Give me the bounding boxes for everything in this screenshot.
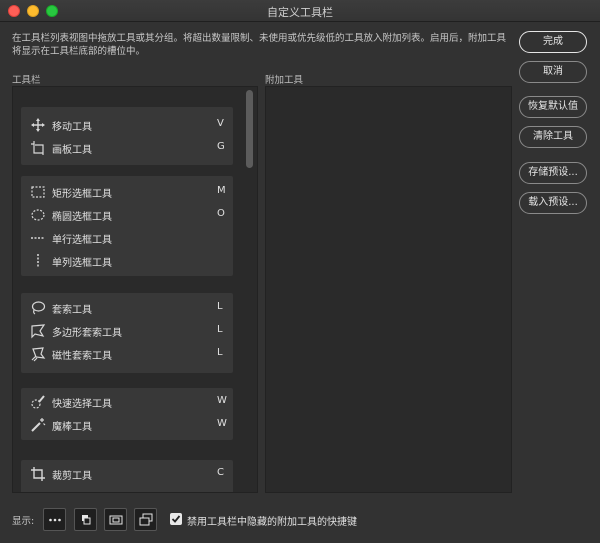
arrange-windows-icon: [139, 513, 153, 526]
checkmark-icon: [171, 515, 181, 523]
disable-shortcuts-checkbox[interactable]: [170, 513, 182, 525]
tool-item-crop[interactable]: 裁剪工具 C: [21, 463, 233, 485]
lasso-icon: [31, 301, 46, 315]
tool-group-quick-select[interactable]: 快速选择工具 W 魔棒工具 W: [21, 388, 233, 440]
tool-name: 磁性套索工具: [52, 351, 112, 362]
title-bar: 自定义工具栏: [0, 0, 600, 22]
disable-shortcuts-label: 禁用工具栏中隐藏的附加工具的快捷键: [187, 517, 357, 528]
rect-marquee-icon: [31, 186, 45, 198]
tool-name: 快速选择工具: [52, 399, 112, 410]
tool-name: 椭圆选框工具: [52, 212, 112, 223]
single-row-marquee-icon: [31, 237, 45, 239]
more-dots-button[interactable]: [43, 508, 66, 531]
tool-shortcut: O: [217, 208, 225, 219]
tool-name: 裁剪工具: [52, 471, 92, 482]
quick-mask-button[interactable]: [74, 508, 97, 531]
tool-group-marquee[interactable]: 矩形选框工具 M 椭圆选框工具 O 单行选框工具 单列选框工具: [21, 176, 233, 276]
tool-item-lasso[interactable]: 套索工具 L: [21, 297, 233, 319]
tool-shortcut: G: [217, 141, 225, 152]
tool-shortcut: V: [217, 118, 224, 129]
tool-item-ellipse-marquee[interactable]: 椭圆选框工具 O: [21, 204, 233, 226]
screen-mode-icon: [109, 515, 123, 525]
screen-mode-button[interactable]: [104, 508, 127, 531]
quick-select-icon: [31, 395, 45, 409]
tool-group-move[interactable]: 移动工具 V 画板工具 G: [21, 107, 233, 165]
tool-item-artboard[interactable]: 画板工具 G: [21, 137, 233, 159]
tool-item-move[interactable]: 移动工具 V: [21, 114, 233, 136]
single-column-marquee-icon: [37, 254, 39, 268]
show-label: 显示:: [12, 516, 35, 527]
tool-shortcut: M: [217, 185, 226, 196]
crop-icon: [31, 467, 45, 481]
tool-name: 多边形套索工具: [52, 328, 122, 339]
tool-item-single-column-marquee[interactable]: 单列选框工具: [21, 250, 233, 272]
extra-tools-list[interactable]: [265, 86, 512, 493]
tool-item-magnetic-lasso[interactable]: 磁性套索工具 L: [21, 343, 233, 365]
tool-group-crop[interactable]: 裁剪工具 C: [21, 460, 233, 492]
done-button[interactable]: 完成: [519, 31, 587, 53]
tool-shortcut: L: [217, 324, 223, 335]
ellipse-marquee-icon: [31, 209, 45, 221]
tool-shortcut: L: [217, 347, 223, 358]
arrange-windows-button[interactable]: [134, 508, 157, 531]
tool-name: 套索工具: [52, 305, 92, 316]
more-dots-icon: [49, 518, 61, 522]
cancel-button[interactable]: 取消: [519, 61, 587, 83]
toolbar-list-label: 工具栏: [12, 75, 41, 86]
window-title: 自定义工具栏: [267, 6, 333, 19]
tool-item-quick-select[interactable]: 快速选择工具 W: [21, 391, 233, 413]
tool-name: 单列选框工具: [52, 258, 112, 269]
tool-item-polygon-lasso[interactable]: 多边形套索工具 L: [21, 320, 233, 342]
tool-group-lasso[interactable]: 套索工具 L 多边形套索工具 L 磁性套索工具 L: [21, 293, 233, 373]
magnetic-lasso-icon: [31, 347, 46, 362]
tool-item-rect-marquee[interactable]: 矩形选框工具 M: [21, 181, 233, 203]
magic-wand-icon: [31, 418, 46, 432]
extra-tools-label: 附加工具: [265, 75, 304, 86]
tool-shortcut: C: [217, 467, 224, 478]
polygon-lasso-icon: [31, 324, 46, 339]
tool-shortcut: W: [217, 395, 227, 406]
tool-name: 单行选框工具: [52, 235, 112, 246]
restore-defaults-button[interactable]: 恢复默认值: [519, 96, 587, 118]
toolbar-list-scrollbar[interactable]: [246, 90, 253, 168]
tool-item-single-row-marquee[interactable]: 单行选框工具: [21, 227, 233, 249]
quick-mask-icon: [82, 515, 91, 525]
toolbar-list[interactable]: 移动工具 V 画板工具 G 矩形选框工具 M 椭圆选框工具 O 单行选框工具 单…: [12, 86, 258, 493]
load-preset-button[interactable]: 载入预设...: [519, 192, 587, 214]
tool-name: 矩形选框工具: [52, 189, 112, 200]
tool-shortcut: L: [217, 301, 223, 312]
save-preset-button[interactable]: 存储预设...: [519, 162, 587, 184]
tool-name: 移动工具: [52, 122, 92, 133]
tool-shortcut: W: [217, 418, 227, 429]
clear-tools-button[interactable]: 清除工具: [519, 126, 587, 148]
tool-name: 画板工具: [52, 145, 92, 156]
artboard-icon: [31, 141, 44, 155]
instructions-text: 在工具栏列表视图中拖放工具或其分组。将超出数量限制、未使用或优先级低的工具放入附…: [12, 33, 507, 57]
move-icon: [31, 118, 45, 132]
tool-name: 魔棒工具: [52, 422, 92, 433]
tool-item-magic-wand[interactable]: 魔棒工具 W: [21, 414, 233, 436]
